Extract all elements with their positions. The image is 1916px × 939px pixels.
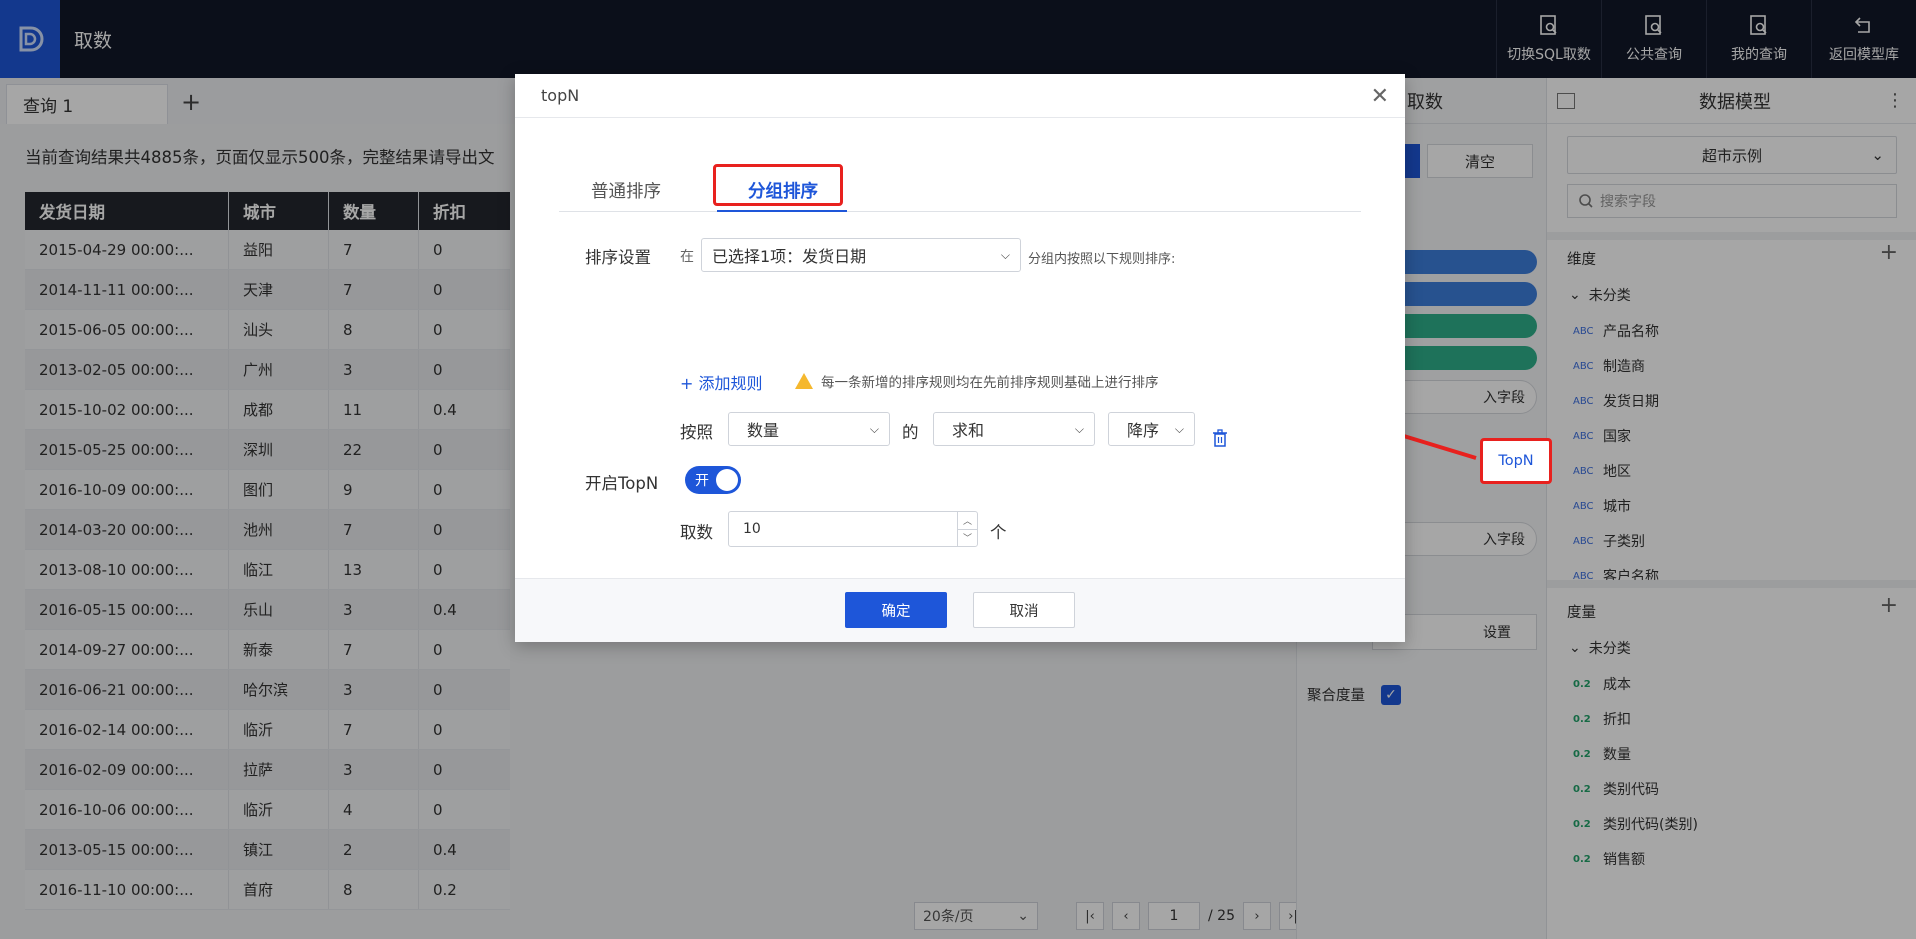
topn-button[interactable]: TopN	[1480, 438, 1552, 484]
toggle-on-label: 开	[695, 473, 709, 489]
sort-tabs: 普通排序 分组排序	[559, 164, 1361, 212]
chevron-down-icon: ⌵	[869, 421, 879, 436]
group-field-value: 已选择1项：发货日期	[712, 247, 867, 266]
active-tab-indicator	[717, 210, 847, 212]
topn-dialog: topN ✕ 普通排序 分组排序 排序设置 在 已选择1项：发货日期 ⌵ 分组内…	[515, 74, 1405, 642]
sort-field-select[interactable]: 数量 ⌵	[728, 412, 890, 446]
annotation-highlight-box	[713, 164, 843, 206]
chevron-up-icon[interactable]: ︿	[958, 512, 977, 530]
dialog-footer: 确定 取消	[515, 578, 1405, 642]
sort-setting-label: 排序设置	[585, 248, 651, 267]
in-label: 在	[680, 249, 694, 265]
enable-topn-toggle[interactable]: 开	[685, 466, 741, 494]
sort-field-value: 数量	[747, 421, 780, 440]
chevron-down-icon[interactable]: ﹀	[958, 530, 977, 547]
add-rule-button[interactable]: + 添加规则	[680, 370, 763, 394]
aggregation-value: 求和	[952, 421, 985, 440]
close-icon[interactable]: ✕	[1371, 84, 1389, 109]
dialog-title: topN	[515, 74, 1405, 118]
topn-count-value: 10	[743, 521, 761, 537]
count-label: 取数	[680, 523, 713, 542]
trash-icon[interactable]	[1212, 429, 1228, 447]
group-field-select[interactable]: 已选择1项：发货日期 ⌵	[701, 238, 1021, 272]
confirm-button[interactable]: 确定	[845, 592, 947, 628]
topn-count-input[interactable]: 10 ︿ ﹀	[728, 511, 978, 547]
warning-message: 每一条新增的排序规则均在先前排序规则基础上进行排序	[795, 371, 1159, 391]
by-label: 按照	[680, 423, 713, 442]
tab-normal-sort[interactable]: 普通排序	[591, 178, 661, 203]
cancel-button[interactable]: 取消	[973, 592, 1075, 628]
count-stepper[interactable]: ︿ ﹀	[957, 512, 977, 546]
warning-text: 每一条新增的排序规则均在先前排序规则基础上进行排序	[821, 375, 1159, 391]
chevron-down-icon: ⌵	[1174, 421, 1184, 436]
order-select[interactable]: 降序 ⌵	[1108, 412, 1195, 446]
chevron-down-icon: ⌵	[1074, 421, 1084, 436]
order-value: 降序	[1127, 421, 1160, 440]
group-hint: 分组内按照以下规则排序:	[1028, 252, 1176, 267]
of-label: 的	[902, 423, 919, 442]
aggregation-select[interactable]: 求和 ⌵	[933, 412, 1095, 446]
warning-icon	[795, 373, 813, 389]
enable-topn-label: 开启TopN	[585, 474, 659, 493]
chevron-down-icon: ⌵	[1000, 247, 1010, 262]
unit-label: 个	[990, 523, 1007, 542]
toggle-knob	[716, 469, 738, 491]
